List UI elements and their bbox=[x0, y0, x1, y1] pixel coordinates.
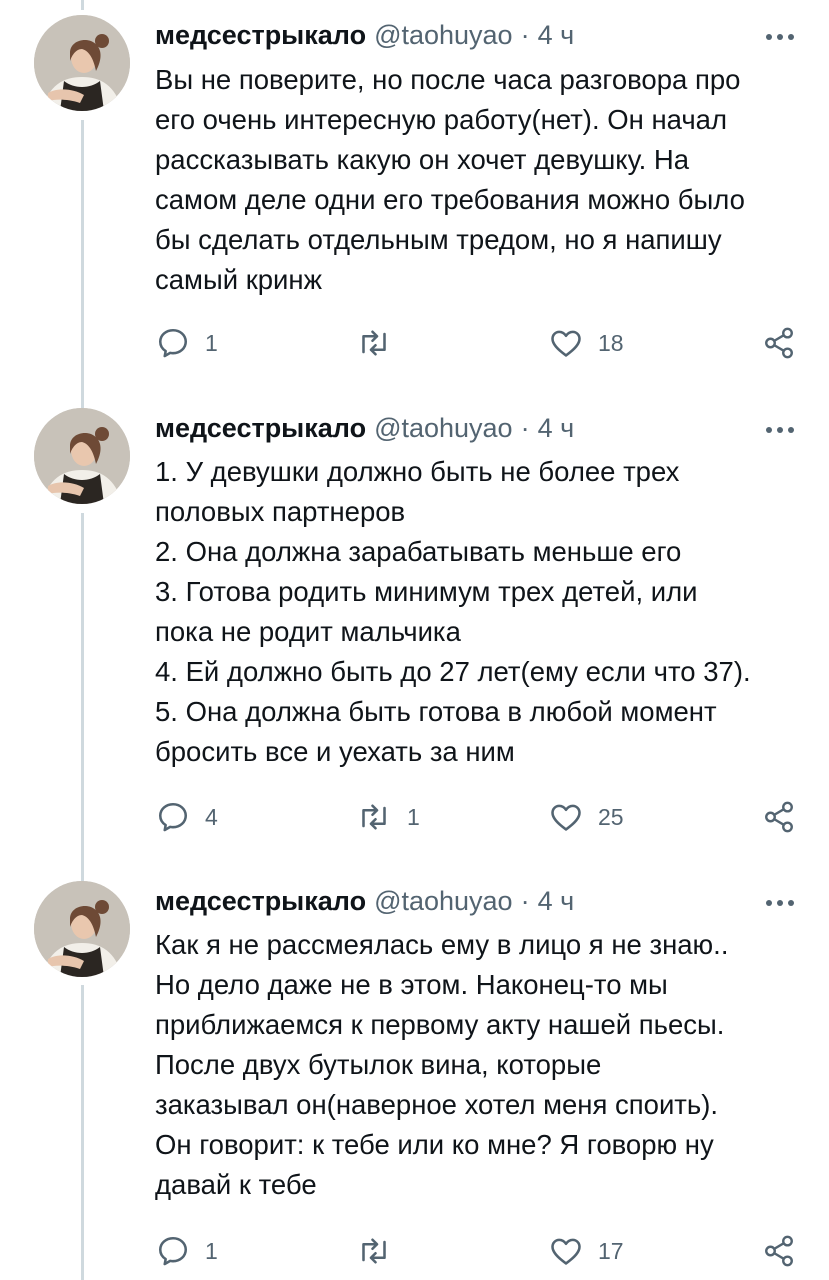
heart-icon bbox=[548, 325, 584, 361]
tweet-text: Как я не рассмеялась ему в лицо я не зна… bbox=[155, 925, 815, 1205]
author-handle[interactable]: @taohuyao bbox=[374, 886, 513, 917]
like-button[interactable]: 18 bbox=[548, 323, 624, 363]
timestamp[interactable]: 4 ч bbox=[538, 413, 575, 444]
like-button[interactable]: 17 bbox=[548, 1231, 624, 1271]
heart-icon bbox=[548, 1233, 584, 1269]
tweet-text-line: самый кринж bbox=[155, 264, 322, 295]
reply-button[interactable]: 4 bbox=[155, 797, 218, 837]
retweet-button[interactable] bbox=[355, 323, 407, 363]
tweet-text-line: 5. Она должна быть готова в любой момент bbox=[155, 696, 717, 727]
separator-dot: · bbox=[520, 885, 530, 916]
like-button[interactable]: 25 bbox=[548, 797, 624, 837]
tweet-text-line: После двух бутылок вина, которые bbox=[155, 1049, 602, 1080]
tweet-header: медсестрыкало @taohuyao · 4 ч bbox=[155, 408, 574, 448]
share-button[interactable] bbox=[762, 323, 796, 363]
tweet-text-line: заказывал он(наверное хотел меня споить)… bbox=[155, 1089, 719, 1120]
tweet-text-line: бы сделать отдельным тредом, но я напишу bbox=[155, 224, 722, 255]
tweet-text-line: самом деле одни его требования можно был… bbox=[155, 184, 745, 215]
tweet-text-line: бросить все и уехать за ним bbox=[155, 736, 515, 767]
tweet-text-line: 3. Готова родить минимум трех детей, или bbox=[155, 576, 698, 607]
author-name[interactable]: медсестрыкало bbox=[155, 886, 366, 917]
retweet-button[interactable] bbox=[355, 1231, 407, 1271]
heart-icon bbox=[548, 799, 584, 835]
timestamp[interactable]: 4 ч bbox=[538, 20, 575, 51]
tweet-text-line: 4. Ей должно быть до 27 лет(ему если что… bbox=[155, 656, 751, 687]
share-icon bbox=[762, 800, 796, 834]
tweet-text-line: рассказывать какую он хочет девушку. На bbox=[155, 144, 690, 175]
tweet-text-line: Но дело даже не в этом. Наконец-то мы bbox=[155, 969, 668, 1000]
author-name[interactable]: медсестрыкало bbox=[155, 413, 366, 444]
avatar[interactable] bbox=[34, 408, 130, 504]
avatar[interactable] bbox=[34, 881, 130, 977]
tweet-actions: 1 18 bbox=[0, 323, 829, 363]
more-options-button[interactable] bbox=[760, 22, 800, 52]
like-count: 18 bbox=[598, 329, 624, 356]
tweet-text-line: 2. Она должна зарабатывать меньше его bbox=[155, 536, 682, 567]
tweet-text-line: Как я не рассмеялась ему в лицо я не зна… bbox=[155, 929, 729, 960]
tweet-text-line: его очень интересную работу(нет). Он нач… bbox=[155, 104, 727, 135]
reply-icon bbox=[155, 325, 191, 361]
share-button[interactable] bbox=[762, 797, 796, 837]
more-dots-icon bbox=[765, 421, 795, 439]
timestamp[interactable]: 4 ч bbox=[538, 886, 575, 917]
separator-dot: · bbox=[520, 19, 530, 50]
share-icon bbox=[762, 1234, 796, 1268]
retweet-count: 1 bbox=[407, 803, 420, 830]
more-options-button[interactable] bbox=[760, 415, 800, 445]
reply-count: 1 bbox=[205, 329, 218, 356]
separator-dot: · bbox=[520, 412, 530, 443]
tweet[interactable]: медсестрыкало @taohuyao · 4 ч Вы не пове… bbox=[0, 0, 829, 395]
retweet-button[interactable]: 1 bbox=[355, 797, 420, 837]
tweet-text-line: приближаемся к первому акту нашей пьесы. bbox=[155, 1009, 725, 1040]
tweet-header: медсестрыкало @taohuyao · 4 ч bbox=[155, 881, 574, 921]
tweet-text-line: половых партнеров bbox=[155, 496, 406, 527]
share-icon bbox=[762, 326, 796, 360]
tweet-text-line: Вы не поверите, но после часа разговора … bbox=[155, 64, 741, 95]
reply-count: 4 bbox=[205, 803, 218, 830]
tweet-actions: 4 1 25 bbox=[0, 797, 829, 837]
author-name[interactable]: медсестрыкало bbox=[155, 20, 366, 51]
retweet-icon bbox=[355, 799, 393, 835]
tweet-text-line: Он говорит: к тебе или ко мне? Я говорю … bbox=[155, 1129, 714, 1160]
tweet-text-line: давай к тебе bbox=[155, 1169, 317, 1200]
tweet-actions: 1 17 bbox=[0, 1231, 829, 1271]
tweet-text-line: 1. У девушки должно быть не более трех bbox=[155, 456, 680, 487]
reply-icon bbox=[155, 1233, 191, 1269]
like-count: 25 bbox=[598, 803, 624, 830]
tweet-text: Вы не поверите, но после часа разговора … bbox=[155, 60, 815, 300]
author-handle[interactable]: @taohuyao bbox=[374, 20, 513, 51]
retweet-icon bbox=[355, 325, 393, 361]
tweet[interactable]: медсестрыкало @taohuyao · 4 ч 1. У девуш… bbox=[0, 395, 829, 865]
reply-count: 1 bbox=[205, 1237, 218, 1264]
avatar[interactable] bbox=[34, 15, 130, 111]
tweet-text: 1. У девушки должно быть не более трех п… bbox=[155, 452, 815, 772]
more-options-button[interactable] bbox=[760, 888, 800, 918]
reply-button[interactable]: 1 bbox=[155, 323, 218, 363]
like-count: 17 bbox=[598, 1237, 624, 1264]
tweet-header: медсестрыкало @taohuyao · 4 ч bbox=[155, 15, 574, 55]
more-dots-icon bbox=[765, 28, 795, 46]
reply-icon bbox=[155, 799, 191, 835]
retweet-icon bbox=[355, 1233, 393, 1269]
share-button[interactable] bbox=[762, 1231, 796, 1271]
reply-button[interactable]: 1 bbox=[155, 1231, 218, 1271]
more-dots-icon bbox=[765, 894, 795, 912]
author-handle[interactable]: @taohuyao bbox=[374, 413, 513, 444]
tweet-text-line: пока не родит мальчика bbox=[155, 616, 461, 647]
tweet[interactable]: медсестрыкало @taohuyao · 4 ч Как я не р… bbox=[0, 867, 829, 1280]
